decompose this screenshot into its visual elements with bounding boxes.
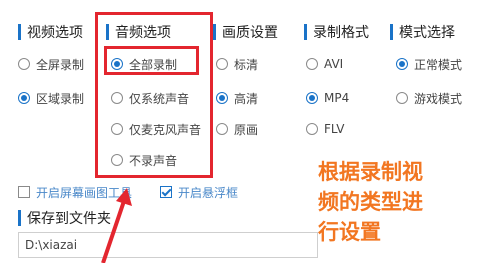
checkbox-label: 开启屏幕画图工具 xyxy=(36,185,133,200)
radio-label: MP4 xyxy=(324,91,350,105)
radio-label: 游戏模式 xyxy=(414,91,463,106)
radio-quality-hd[interactable]: 高清 xyxy=(216,88,258,108)
checkbox[interactable] xyxy=(160,186,172,198)
radio-button[interactable] xyxy=(396,58,408,70)
quality-settings-title: 画质设置 xyxy=(222,25,278,41)
radio-mode-game[interactable]: 游戏模式 xyxy=(396,88,462,108)
radio-button[interactable] xyxy=(18,92,30,104)
record-format-title: 录制格式 xyxy=(313,25,369,41)
header-accent-bar xyxy=(18,24,21,40)
radio-quality-original[interactable]: 原画 xyxy=(216,119,258,139)
annotation-line: 频的类型进 xyxy=(318,190,423,214)
radio-button[interactable] xyxy=(216,123,228,135)
quality-settings-header: 画质设置 xyxy=(213,21,278,43)
radio-label: 原画 xyxy=(234,122,259,137)
radio-button[interactable] xyxy=(18,58,30,70)
radio-button[interactable] xyxy=(216,58,228,70)
radio-label: 区域录制 xyxy=(36,91,85,106)
radio-quality-standard[interactable]: 标清 xyxy=(216,54,258,74)
header-accent-bar xyxy=(304,24,307,40)
mode-select-title: 模式选择 xyxy=(399,25,455,41)
annotation-text: 根据录制视 频的类型进 行设置 xyxy=(318,157,468,247)
checkbox-float-window[interactable]: 开启悬浮框 xyxy=(160,182,238,202)
checkbox[interactable] xyxy=(18,186,30,198)
record-all-highlight xyxy=(104,46,199,75)
radio-button[interactable] xyxy=(306,92,318,104)
header-accent-bar xyxy=(18,210,21,226)
radio-format-flv[interactable]: FLV xyxy=(306,119,344,139)
save-folder-header: 保存到文件夹 xyxy=(18,207,111,229)
video-options-title: 视频选项 xyxy=(27,25,83,41)
annotation-line: 根据录制视 xyxy=(318,160,423,184)
radio-format-avi[interactable]: AVI xyxy=(306,54,343,74)
radio-label: 正常模式 xyxy=(414,57,463,72)
mode-select-header: 模式选择 xyxy=(390,21,455,43)
header-accent-bar xyxy=(390,24,393,40)
video-options-header: 视频选项 xyxy=(18,21,83,43)
radio-fullscreen-record[interactable]: 全屏录制 xyxy=(18,54,84,74)
radio-label: FLV xyxy=(324,122,345,136)
checkbox-label: 开启悬浮框 xyxy=(178,185,239,200)
radio-label: 标清 xyxy=(234,57,259,72)
record-format-header: 录制格式 xyxy=(304,21,369,43)
radio-label: 高清 xyxy=(234,91,259,106)
radio-mode-normal[interactable]: 正常模式 xyxy=(396,54,462,74)
save-folder-title: 保存到文件夹 xyxy=(27,211,111,227)
radio-format-mp4[interactable]: MP4 xyxy=(306,88,349,108)
radio-button[interactable] xyxy=(396,92,408,104)
annotation-line: 行设置 xyxy=(318,220,381,244)
radio-label: 全屏录制 xyxy=(36,57,85,72)
header-accent-bar xyxy=(213,24,216,40)
radio-button[interactable] xyxy=(306,123,318,135)
save-path-input[interactable]: D:\xiazai xyxy=(18,232,318,258)
radio-region-record[interactable]: 区域录制 xyxy=(18,88,84,108)
audio-options-highlight xyxy=(95,12,213,178)
save-path-value: D:\xiazai xyxy=(25,238,78,252)
radio-button[interactable] xyxy=(216,92,228,104)
radio-label: AVI xyxy=(324,57,344,71)
checkbox-brush-tool[interactable]: 开启屏幕画图工具 xyxy=(18,182,132,202)
radio-button[interactable] xyxy=(306,58,318,70)
recording-settings-panel: 视频选项 音频选项 画质设置 录制格式 模式选择 全屏录制 区域录制 全部录制 … xyxy=(0,0,490,263)
